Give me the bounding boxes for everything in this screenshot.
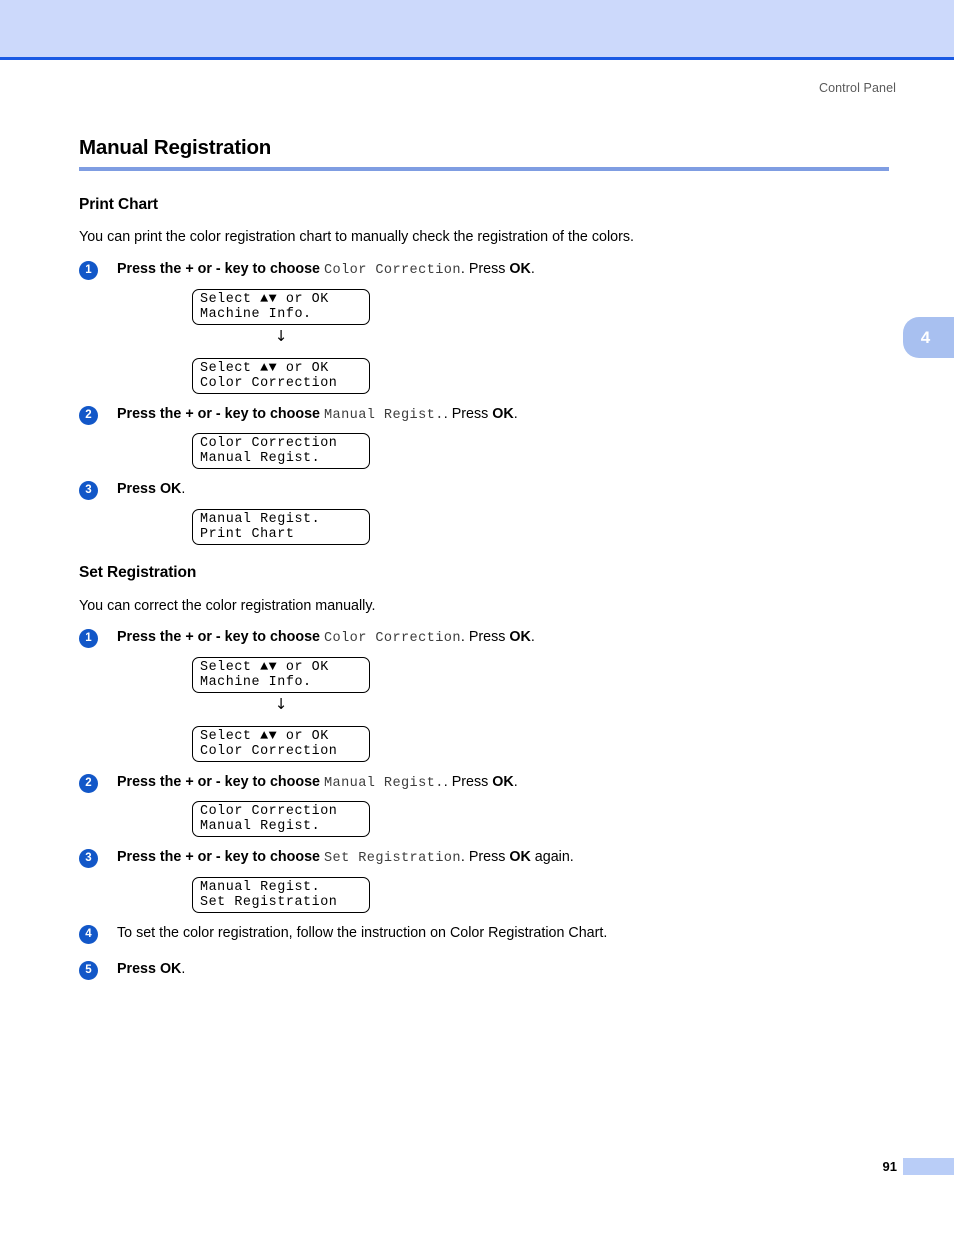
step-tail: . bbox=[513, 406, 518, 422]
lcd-display: Color Correction Manual Regist. bbox=[192, 433, 370, 469]
step-tail: . bbox=[181, 481, 186, 497]
lcd-line-1: Manual Regist. bbox=[200, 512, 321, 527]
lcd-line-1: Manual Regist. bbox=[200, 880, 321, 895]
lcd-line-2: Color Correction bbox=[200, 743, 338, 759]
lcd-down-arrow-icon: ↓ bbox=[274, 327, 288, 345]
step-suffix: . Press bbox=[460, 629, 510, 645]
lcd-line-2: Set Registration bbox=[200, 894, 338, 910]
page-number: 91 bbox=[882, 1159, 897, 1174]
step-prefix: Press the + or - key to choose bbox=[117, 629, 324, 645]
lcd-line-1: Color Correction bbox=[200, 436, 338, 451]
step-key: OK bbox=[509, 849, 531, 865]
step-prefix: Press the + or - key to choose bbox=[117, 261, 324, 277]
section-intro-set-registration: You can correct the color registration m… bbox=[79, 598, 376, 614]
step-bullet: 2 bbox=[79, 774, 98, 793]
section-intro-print-chart: You can print the color registration cha… bbox=[79, 229, 634, 245]
lcd-display: Color Correction Manual Regist. bbox=[192, 801, 370, 837]
lcd-line-2: Manual Regist. bbox=[200, 818, 321, 834]
lcd-line-1: Select ▲▼ or OK bbox=[200, 361, 329, 376]
step-suffix: . Press bbox=[443, 406, 493, 422]
lcd-display: Manual Regist. Set Registration bbox=[192, 877, 370, 913]
step-tail: . bbox=[181, 961, 186, 977]
step-key: OK bbox=[159, 961, 182, 977]
page-header-rule bbox=[0, 57, 954, 60]
step-command: Color Correction bbox=[323, 263, 461, 278]
page-title: Manual Registration bbox=[79, 136, 272, 159]
step-tail: . bbox=[530, 261, 535, 277]
chapter-tab-marker: 4 bbox=[903, 317, 954, 358]
step-key: OK bbox=[509, 261, 531, 277]
lcd-line-2: Machine Info. bbox=[200, 306, 312, 322]
step-bullet: 3 bbox=[79, 849, 98, 868]
step-prefix: Press bbox=[117, 481, 160, 497]
chapter-tab-number: 4 bbox=[920, 327, 931, 347]
step-command: Manual Regist. bbox=[323, 408, 444, 423]
step-prefix: Press the + or - key to choose bbox=[117, 849, 324, 865]
step-tail: . bbox=[513, 774, 518, 790]
step-print-chart-2: 2 Press the + or - key to choose Manual … bbox=[79, 405, 518, 425]
step-text: Press the + or - key to choose Color Cor… bbox=[117, 260, 535, 280]
step-text: Press the + or - key to choose Color Cor… bbox=[117, 628, 535, 648]
step-bullet: 4 bbox=[79, 925, 98, 944]
lcd-line-2: Machine Info. bbox=[200, 674, 312, 690]
step-command: Set Registration bbox=[323, 851, 461, 866]
step-suffix: . Press bbox=[460, 261, 510, 277]
step-print-chart-3: 3 Press OK. bbox=[79, 480, 185, 500]
footer-accent-bar bbox=[903, 1158, 954, 1175]
lcd-line-2: Manual Regist. bbox=[200, 450, 321, 466]
step-text: Press the + or - key to choose Manual Re… bbox=[117, 773, 518, 793]
step-key: OK bbox=[492, 406, 514, 422]
lcd-line-1: Color Correction bbox=[200, 804, 338, 819]
step-prefix: Press bbox=[117, 961, 160, 977]
step-bullet: 2 bbox=[79, 406, 98, 425]
step-text: Press the + or - key to choose Set Regis… bbox=[117, 848, 574, 868]
lcd-line-1: Select ▲▼ or OK bbox=[200, 660, 329, 675]
lcd-line-1: Select ▲▼ or OK bbox=[200, 729, 329, 744]
page-title-rule bbox=[79, 167, 889, 171]
section-heading-set-registration: Set Registration bbox=[79, 564, 197, 581]
lcd-display: Select ▲▼ or OK Machine Info. bbox=[192, 289, 370, 325]
step-suffix: . Press bbox=[460, 849, 510, 865]
step-text: To set the color registration, follow th… bbox=[117, 925, 608, 941]
lcd-display: Select ▲▼ or OK Color Correction bbox=[192, 726, 370, 762]
step-print-chart-1: 1 Press the + or - key to choose Color C… bbox=[79, 260, 535, 280]
step-bullet: 3 bbox=[79, 481, 98, 500]
lcd-line-2: Color Correction bbox=[200, 375, 338, 391]
step-tail: . bbox=[530, 629, 535, 645]
step-set-registration-4: 4 To set the color registration, follow … bbox=[79, 924, 607, 944]
step-text: Press OK. bbox=[117, 480, 185, 499]
step-command: Color Correction bbox=[323, 631, 461, 646]
step-prefix: Press the + or - key to choose bbox=[117, 406, 324, 422]
step-key: OK bbox=[159, 481, 182, 497]
running-head: Control Panel bbox=[818, 81, 896, 95]
lcd-display: Select ▲▼ or OK Machine Info. bbox=[192, 657, 370, 693]
step-set-registration-2: 2 Press the + or - key to choose Manual … bbox=[79, 773, 518, 793]
step-bullet: 1 bbox=[79, 629, 98, 648]
step-key: OK bbox=[509, 629, 531, 645]
step-bullet: 5 bbox=[79, 961, 98, 980]
page-header-band bbox=[0, 0, 954, 57]
lcd-line-2: Print Chart bbox=[200, 526, 295, 542]
lcd-line-1: Select ▲▼ or OK bbox=[200, 292, 329, 307]
step-suffix: . Press bbox=[443, 774, 493, 790]
step-set-registration-3: 3 Press the + or - key to choose Set Reg… bbox=[79, 848, 574, 868]
step-tail: again. bbox=[530, 849, 574, 865]
step-set-registration-1: 1 Press the + or - key to choose Color C… bbox=[79, 628, 535, 648]
step-key: OK bbox=[492, 774, 514, 790]
lcd-display: Select ▲▼ or OK Color Correction bbox=[192, 358, 370, 394]
section-heading-print-chart: Print Chart bbox=[79, 196, 158, 213]
lcd-down-arrow-icon: ↓ bbox=[274, 695, 288, 713]
step-text: Press OK. bbox=[117, 960, 185, 979]
lcd-display: Manual Regist. Print Chart bbox=[192, 509, 370, 545]
step-set-registration-5: 5 Press OK. bbox=[79, 960, 185, 980]
step-command: Manual Regist. bbox=[323, 776, 444, 791]
step-bullet: 1 bbox=[79, 261, 98, 280]
step-text: Press the + or - key to choose Manual Re… bbox=[117, 405, 518, 425]
step-prefix: Press the + or - key to choose bbox=[117, 774, 324, 790]
